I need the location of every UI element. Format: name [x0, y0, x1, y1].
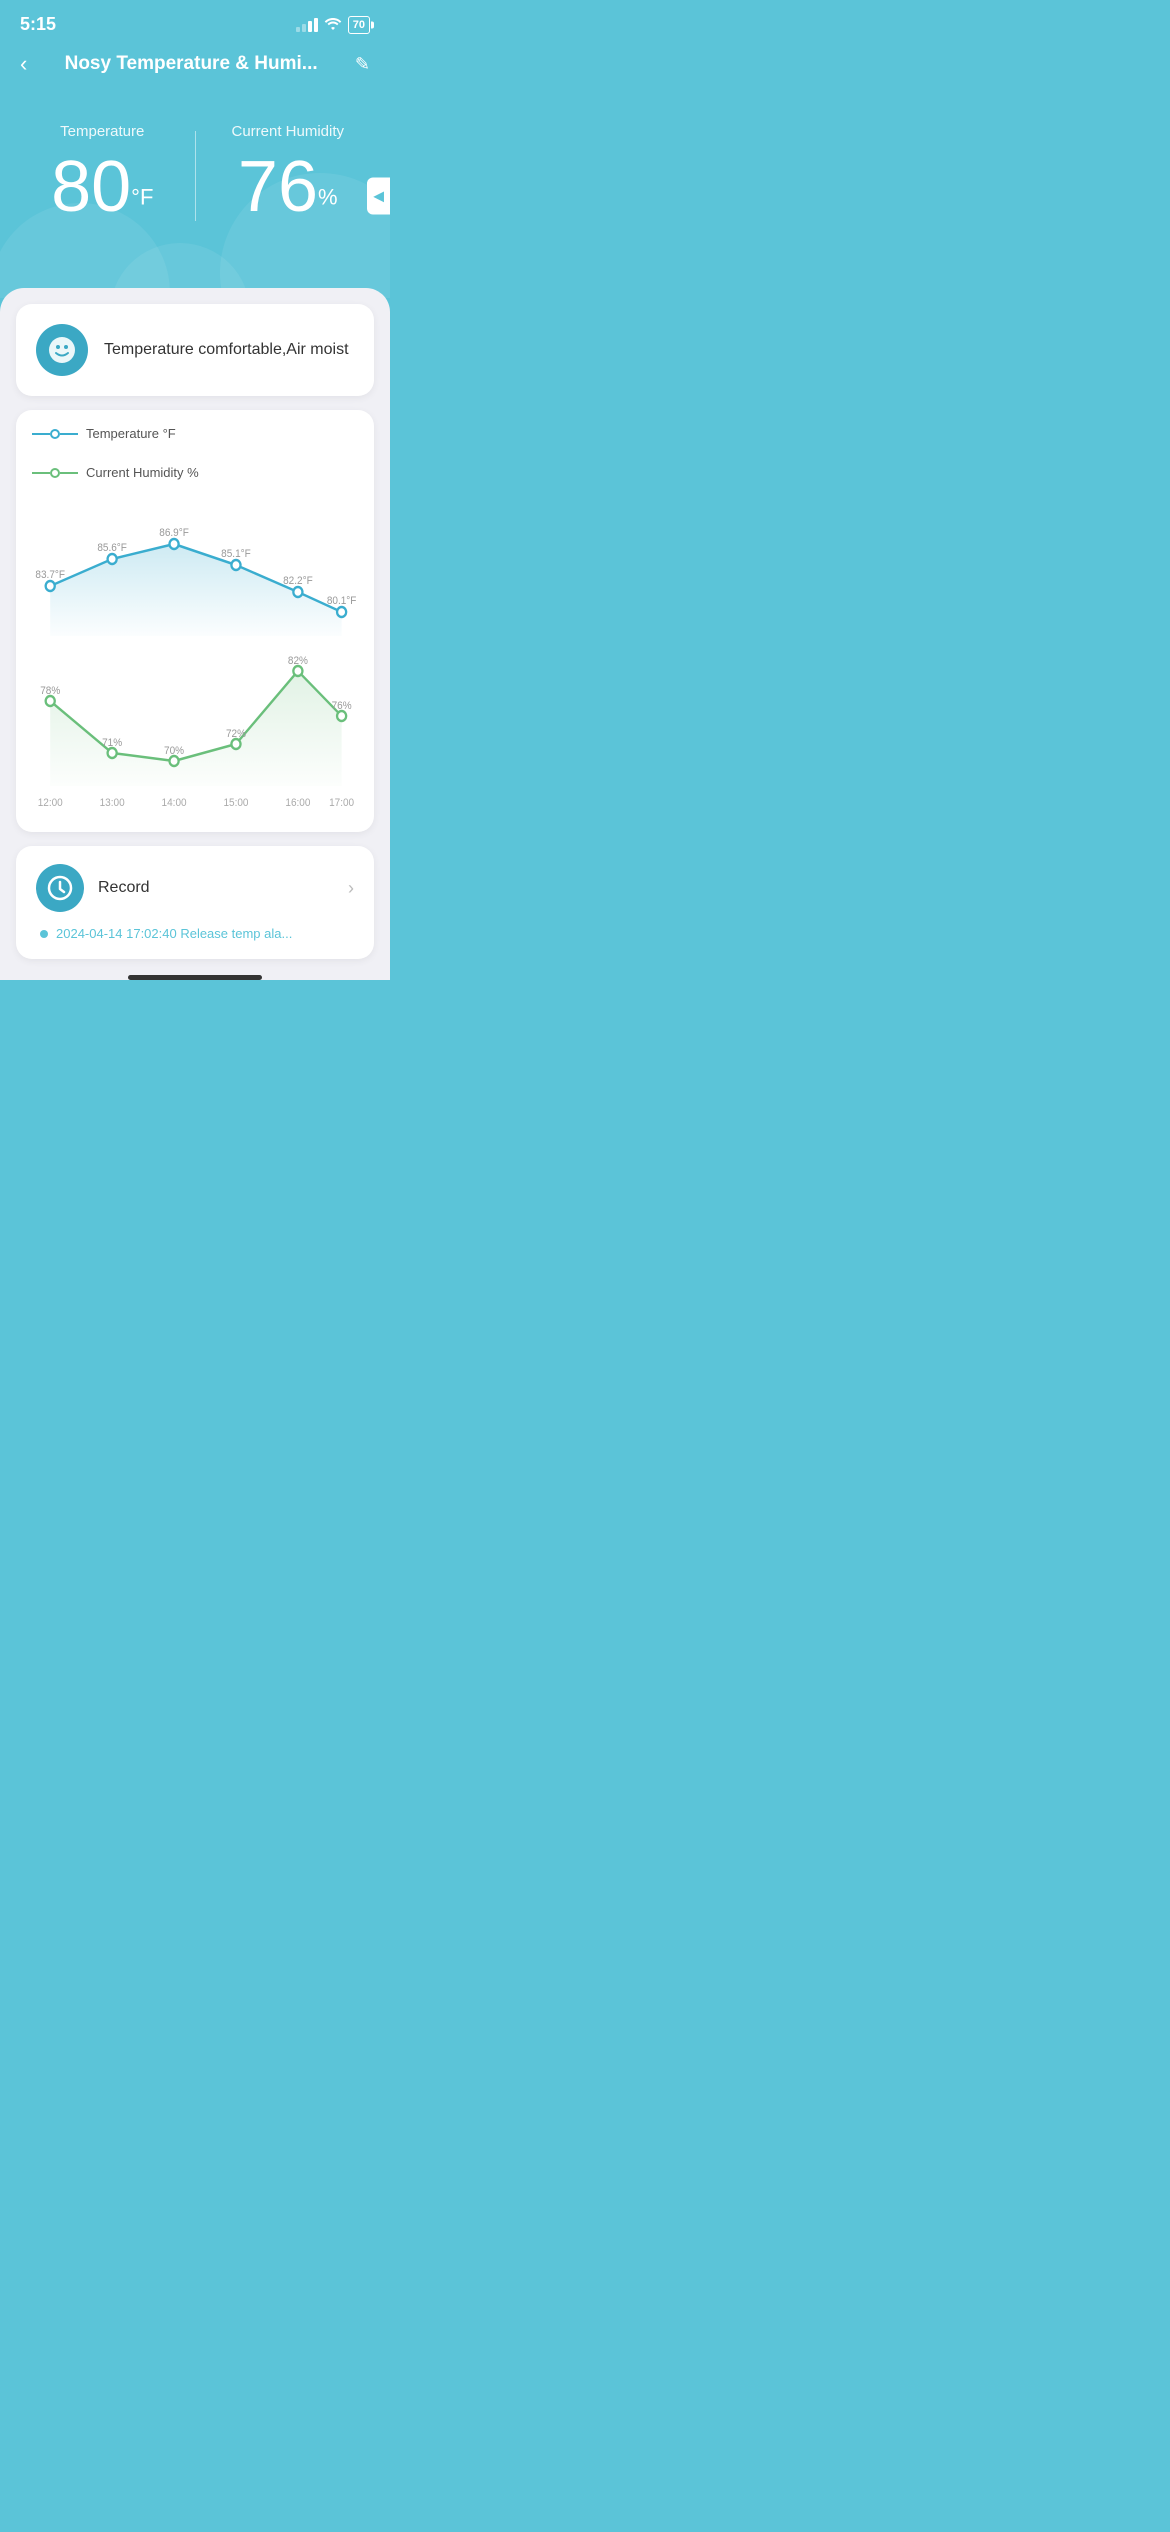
svg-text:85.6°F: 85.6°F	[97, 542, 127, 555]
svg-text:72%: 72%	[226, 728, 246, 741]
svg-text:12:00: 12:00	[38, 797, 63, 810]
humidity-value: 76%	[206, 146, 371, 228]
header: ‹ Nosy Temperature & Humi... ✎	[0, 43, 390, 93]
record-header: Record ›	[36, 864, 354, 912]
edit-button[interactable]: ✎	[355, 54, 370, 75]
signal-icon	[296, 18, 318, 32]
wifi-icon	[324, 16, 342, 33]
chart-area: 83.7°F 85.6°F 86.9°F 85.1°F 82.2°F 80.1°…	[32, 496, 358, 816]
humidity-legend-item: Current Humidity %	[32, 465, 199, 480]
svg-text:71%: 71%	[102, 737, 122, 750]
record-entry: 2024-04-14 17:02:40 Release temp ala...	[36, 926, 354, 941]
metrics-container: Temperature 80°F Current Humidity 76%	[0, 113, 390, 238]
comfort-card: Temperature comfortable,Air moist	[16, 304, 374, 396]
humidity-legend-label: Current Humidity %	[86, 465, 199, 480]
comfort-icon	[36, 324, 88, 376]
humidity-metric: Current Humidity 76%	[206, 123, 371, 228]
page-title: Nosy Temperature & Humi...	[65, 53, 318, 75]
status-bar: 5:15 70	[0, 0, 390, 43]
cards-container: Temperature comfortable,Air moist Temper…	[0, 288, 390, 980]
svg-text:16:00: 16:00	[285, 797, 310, 810]
temperature-metric: Temperature 80°F	[20, 123, 185, 228]
status-time: 5:15	[20, 14, 56, 35]
temp-legend-label: Temperature °F	[86, 426, 176, 441]
record-chevron-icon[interactable]: ›	[348, 878, 354, 899]
temp-legend-line	[32, 429, 78, 439]
back-button[interactable]: ‹	[20, 51, 27, 77]
chart-legend: Temperature °F Current Humidity %	[32, 426, 358, 480]
temp-legend-item: Temperature °F	[32, 426, 176, 441]
hero-section: Temperature 80°F Current Humidity 76% ◀	[0, 93, 390, 298]
svg-text:13:00: 13:00	[100, 797, 125, 810]
svg-text:17:00: 17:00	[329, 797, 354, 810]
svg-text:80.1°F: 80.1°F	[327, 595, 357, 608]
record-bullet-icon	[40, 930, 48, 938]
record-title: Record	[98, 879, 150, 897]
comfort-text: Temperature comfortable,Air moist	[104, 341, 349, 359]
svg-text:82.2°F: 82.2°F	[283, 575, 313, 588]
temperature-value: 80°F	[20, 146, 185, 228]
svg-text:86.9°F: 86.9°F	[159, 527, 189, 540]
home-indicator	[128, 975, 262, 980]
metric-divider	[195, 131, 196, 221]
svg-text:82%: 82%	[288, 655, 308, 668]
temperature-label: Temperature	[20, 123, 185, 140]
svg-text:78%: 78%	[40, 685, 60, 698]
svg-text:15:00: 15:00	[223, 797, 248, 810]
record-left: Record	[36, 864, 150, 912]
svg-text:85.1°F: 85.1°F	[221, 548, 251, 561]
svg-text:83.7°F: 83.7°F	[35, 569, 65, 582]
chart-card: Temperature °F Current Humidity %	[16, 410, 374, 832]
side-toggle-button[interactable]: ◀	[367, 177, 390, 214]
humidity-label: Current Humidity	[206, 123, 371, 140]
svg-text:14:00: 14:00	[162, 797, 187, 810]
record-card: Record › 2024-04-14 17:02:40 Release tem…	[16, 846, 374, 959]
svg-text:70%: 70%	[164, 745, 184, 758]
record-icon	[36, 864, 84, 912]
battery-icon: 70	[348, 16, 370, 34]
svg-text:76%: 76%	[332, 700, 352, 713]
status-icons: 70	[296, 16, 370, 34]
humidity-legend-line	[32, 468, 78, 478]
